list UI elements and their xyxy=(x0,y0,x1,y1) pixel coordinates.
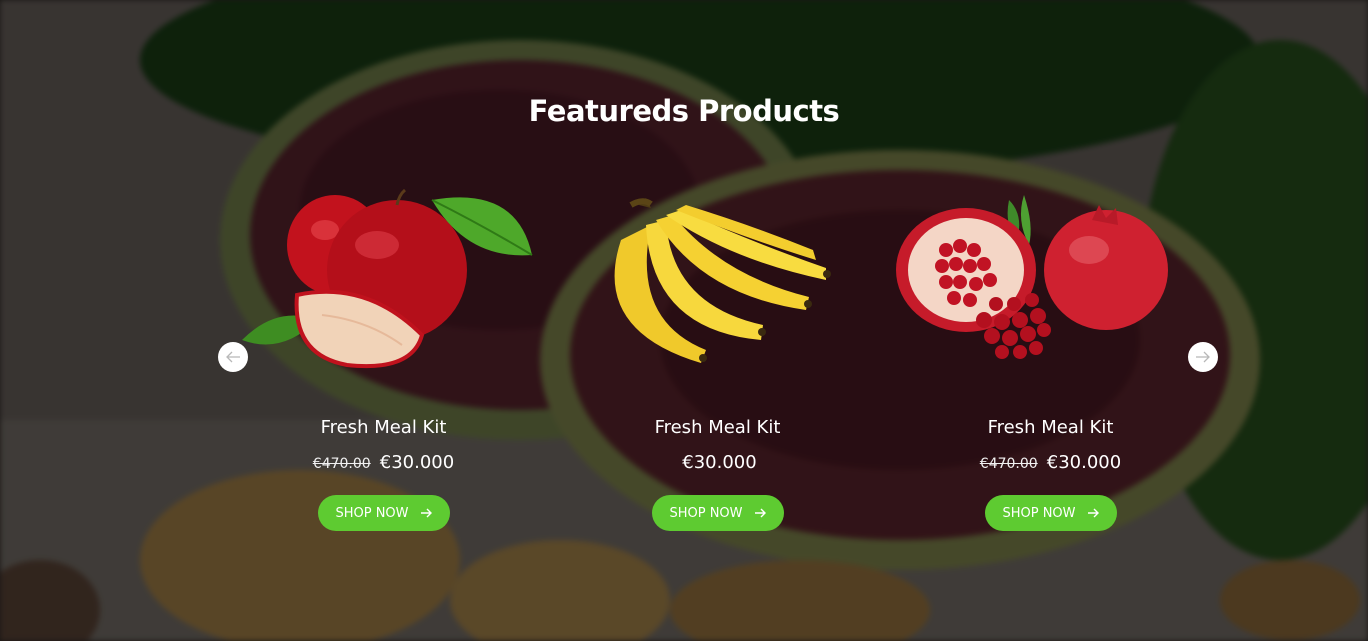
arrow-right-icon xyxy=(1196,351,1210,363)
product-track: Fresh Meal Kit €470.00 €30.000 SHOP NOW xyxy=(217,180,1218,550)
product-card[interactable]: Fresh Meal Kit €470.00 €30.000 SHOP NOW xyxy=(884,180,1217,550)
product-slider: Fresh Meal Kit €470.00 €30.000 SHOP NOW xyxy=(217,180,1218,550)
slider-next-button[interactable] xyxy=(1188,342,1218,372)
slider-prev-button[interactable] xyxy=(218,342,248,372)
product-price: €30.000 xyxy=(551,452,884,473)
product-name[interactable]: Fresh Meal Kit xyxy=(217,417,550,438)
shop-now-label: SHOP NOW xyxy=(335,505,409,521)
product-card[interactable]: Fresh Meal Kit €470.00 €30.000 SHOP NOW xyxy=(217,180,550,550)
shop-now-label: SHOP NOW xyxy=(669,505,743,521)
product-price: €470.00 €30.000 xyxy=(217,452,550,473)
pomegranate-image[interactable] xyxy=(884,180,1217,380)
apples-image[interactable] xyxy=(217,180,550,380)
current-price: €30.000 xyxy=(1046,452,1122,473)
arrow-right-icon xyxy=(754,508,766,518)
shop-now-button[interactable]: SHOP NOW xyxy=(318,495,450,531)
featured-products-section: Featureds Products Fresh Meal Kit €470.0… xyxy=(0,0,1368,641)
shop-now-label: SHOP NOW xyxy=(1002,505,1076,521)
product-price: €470.00 €30.000 xyxy=(884,452,1217,473)
shop-now-button[interactable]: SHOP NOW xyxy=(985,495,1117,531)
arrow-right-icon xyxy=(420,508,432,518)
old-price: €470.00 xyxy=(312,456,371,472)
product-name[interactable]: Fresh Meal Kit xyxy=(884,417,1217,438)
product-card[interactable]: Fresh Meal Kit €30.000 SHOP NOW xyxy=(551,180,884,550)
bananas-image[interactable] xyxy=(551,180,884,380)
shop-now-button[interactable]: SHOP NOW xyxy=(652,495,784,531)
product-name[interactable]: Fresh Meal Kit xyxy=(551,417,884,438)
arrow-left-icon xyxy=(226,351,240,363)
section-title: Featureds Products xyxy=(528,94,840,128)
arrow-right-icon xyxy=(1087,508,1099,518)
current-price: €30.000 xyxy=(379,452,455,473)
current-price: €30.000 xyxy=(682,452,757,473)
old-price: €470.00 xyxy=(979,456,1038,472)
